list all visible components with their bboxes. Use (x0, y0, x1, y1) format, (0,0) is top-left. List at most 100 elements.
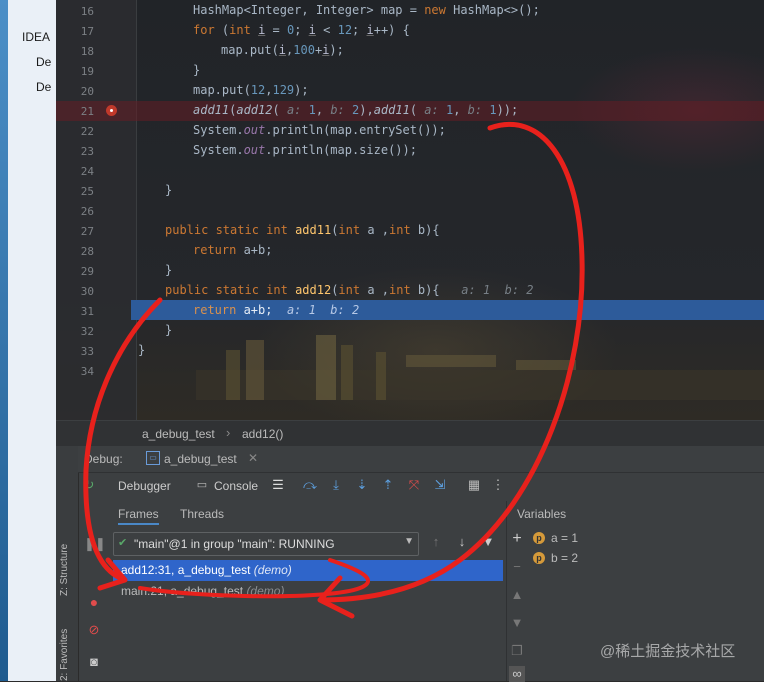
breadcrumb-class[interactable]: a_debug_test (142, 427, 215, 441)
code-editor[interactable]: 16 17 18 19 20 21 22 23 24 25 26 27 28 29 30 31 32 33 34 H… (56, 0, 764, 420)
background-skyline (196, 335, 764, 400)
breakpoint-icon[interactable] (106, 105, 117, 116)
code-line-30[interactable]: public static int add12(int a ,int b){ a… (165, 283, 534, 297)
run-config-icon: ▭ (146, 451, 160, 465)
line-number[interactable]: 16 (56, 5, 94, 18)
show-execution-point-icon[interactable]: ⤼ (302, 477, 318, 493)
chevron-down-icon: ▼ (404, 536, 414, 547)
code-line-18[interactable]: map.put(i,100+i); (221, 43, 344, 57)
desktop-strip: IDEA De De (0, 0, 56, 681)
line-number[interactable]: 22 (56, 125, 94, 138)
favorites-tab[interactable]: 2: Favorites (59, 629, 70, 681)
code-line-29[interactable]: } (165, 263, 172, 277)
frame-item[interactable]: main:21, a_debug_test (demo) (113, 581, 503, 602)
variable-row[interactable]: p a = 1 (533, 531, 579, 545)
line-number[interactable]: 25 (56, 185, 94, 198)
code-line-20[interactable]: map.put(12,129); (193, 83, 309, 97)
code-line-28[interactable]: return a+b; (193, 243, 272, 257)
tab-console[interactable]: Console (214, 479, 258, 493)
frame-package: (demo) (253, 563, 292, 577)
console-icon: ▭ (196, 479, 208, 491)
parameter-icon: p (533, 552, 545, 564)
close-tab-icon[interactable]: ✕ (248, 451, 258, 465)
evaluate-expression-icon[interactable]: ▦ (466, 477, 482, 493)
debug-titlebar: Debug: ▭ a_debug_test ✕ (78, 446, 764, 473)
tab-threads[interactable]: Threads (180, 507, 224, 521)
pause-icon[interactable]: ❚❚ (84, 536, 106, 552)
line-number[interactable]: 21 (56, 105, 94, 118)
tab-frames[interactable]: Frames (118, 507, 159, 525)
step-out-icon[interactable]: ⇡ (380, 477, 396, 493)
code-line-21[interactable]: add11(add12( a: 1, b: 2),add11( a: 1, b:… (193, 103, 518, 117)
menu-icon[interactable]: ☰ (270, 477, 286, 493)
thread-selector-value: "main"@1 in group "main": RUNNING (134, 537, 335, 551)
step-over-icon[interactable]: ⤓ (328, 477, 344, 493)
frame-location: main:21, a_debug_test (121, 584, 244, 598)
camera-icon[interactable]: ◙ (86, 654, 102, 670)
line-number[interactable]: 27 (56, 225, 94, 238)
variable-row[interactable]: p b = 2 (533, 551, 579, 565)
mute-breakpoints-icon[interactable]: ⊘ (86, 622, 102, 638)
line-number[interactable]: 28 (56, 245, 94, 258)
line-number[interactable]: 26 (56, 205, 94, 218)
code-line-16[interactable]: HashMap<Integer, Integer> map = new Hash… (193, 3, 540, 17)
drop-frame-icon[interactable]: ⤧ (406, 477, 422, 493)
thread-check-icon: ✔ (118, 537, 128, 549)
line-number[interactable]: 18 (56, 45, 94, 58)
code-line-33[interactable]: } (138, 343, 145, 357)
remove-watch-icon[interactable]: − (509, 559, 525, 575)
frame-down-icon[interactable]: ↓ (454, 534, 470, 550)
tab-debugger[interactable]: Debugger (118, 479, 171, 493)
move-down-icon[interactable]: ▼ (509, 615, 525, 631)
project-tree-item[interactable]: IDEA (22, 30, 50, 44)
duplicate-icon[interactable]: ❐ (509, 643, 525, 659)
watermark: @稀土掘金技术社区 (600, 643, 736, 660)
code-line-19[interactable]: } (193, 63, 200, 77)
variables-header: Variables (517, 507, 567, 521)
frame-item[interactable]: add12:31, a_debug_test (demo) (113, 560, 503, 581)
line-number[interactable]: 31 (56, 305, 94, 318)
filter-icon[interactable]: ▼ (480, 534, 496, 550)
variable-text: a = 1 (551, 531, 579, 545)
structure-tab[interactable]: Z: Structure (59, 544, 70, 596)
desktop-background (0, 0, 8, 681)
frames-threads-tabs: Frames Threads (78, 501, 498, 525)
code-line-31[interactable]: return a+b; a: 1 b: 2 (193, 303, 359, 317)
debug-toolbar: ↻ Debugger ▭ Console ☰ ⤼ ⤓ ⇣ ⇡ ⤧ ⇲ ▦ ⋮ (78, 473, 764, 499)
rerun-icon[interactable]: ↻ (81, 477, 97, 493)
line-number[interactable]: 24 (56, 165, 94, 178)
code-line-17[interactable]: for (int i = 0; i < 12; i++) { (193, 23, 410, 37)
breadcrumb-method[interactable]: add12() (242, 427, 283, 441)
run-to-cursor-icon[interactable]: ⇲ (432, 477, 448, 493)
code-line-25[interactable]: } (165, 183, 172, 197)
thread-selector[interactable]: ✔ "main"@1 in group "main": RUNNING ▼ (113, 532, 419, 556)
line-number[interactable]: 34 (56, 365, 94, 378)
line-number[interactable]: 23 (56, 145, 94, 158)
line-number[interactable]: 19 (56, 65, 94, 78)
view-breakpoints-icon[interactable]: ● (86, 594, 102, 610)
line-number[interactable]: 17 (56, 25, 94, 38)
show-watches-icon[interactable]: ∞ (509, 666, 525, 682)
project-tree-item[interactable]: De (36, 80, 51, 94)
left-tool-stripe: Z: Structure 2: Favorites (56, 446, 79, 681)
more-icon[interactable]: ⋮ (490, 477, 506, 493)
line-number[interactable]: 33 (56, 345, 94, 358)
frame-up-icon[interactable]: ↑ (428, 534, 444, 550)
frame-package: (demo) (246, 584, 285, 598)
breadcrumb-separator-icon: › (226, 425, 231, 440)
variable-text: b = 2 (551, 551, 579, 565)
line-number[interactable]: 30 (56, 285, 94, 298)
code-line-22[interactable]: System.out.println(map.entrySet()); (193, 123, 446, 137)
project-tree-item[interactable]: De (36, 55, 51, 69)
line-number[interactable]: 32 (56, 325, 94, 338)
code-line-27[interactable]: public static int add11(int a ,int b){ (165, 223, 440, 237)
line-number[interactable]: 20 (56, 85, 94, 98)
line-number[interactable]: 29 (56, 265, 94, 278)
add-watch-icon[interactable]: + (509, 531, 525, 547)
step-into-icon[interactable]: ⇣ (354, 477, 370, 493)
code-line-32[interactable]: } (165, 323, 172, 337)
code-line-23[interactable]: System.out.println(map.size()); (193, 143, 417, 157)
debug-title: Debug: (84, 452, 123, 466)
move-up-icon[interactable]: ▲ (509, 587, 525, 603)
debug-session-tab[interactable]: a_debug_test (164, 452, 237, 466)
